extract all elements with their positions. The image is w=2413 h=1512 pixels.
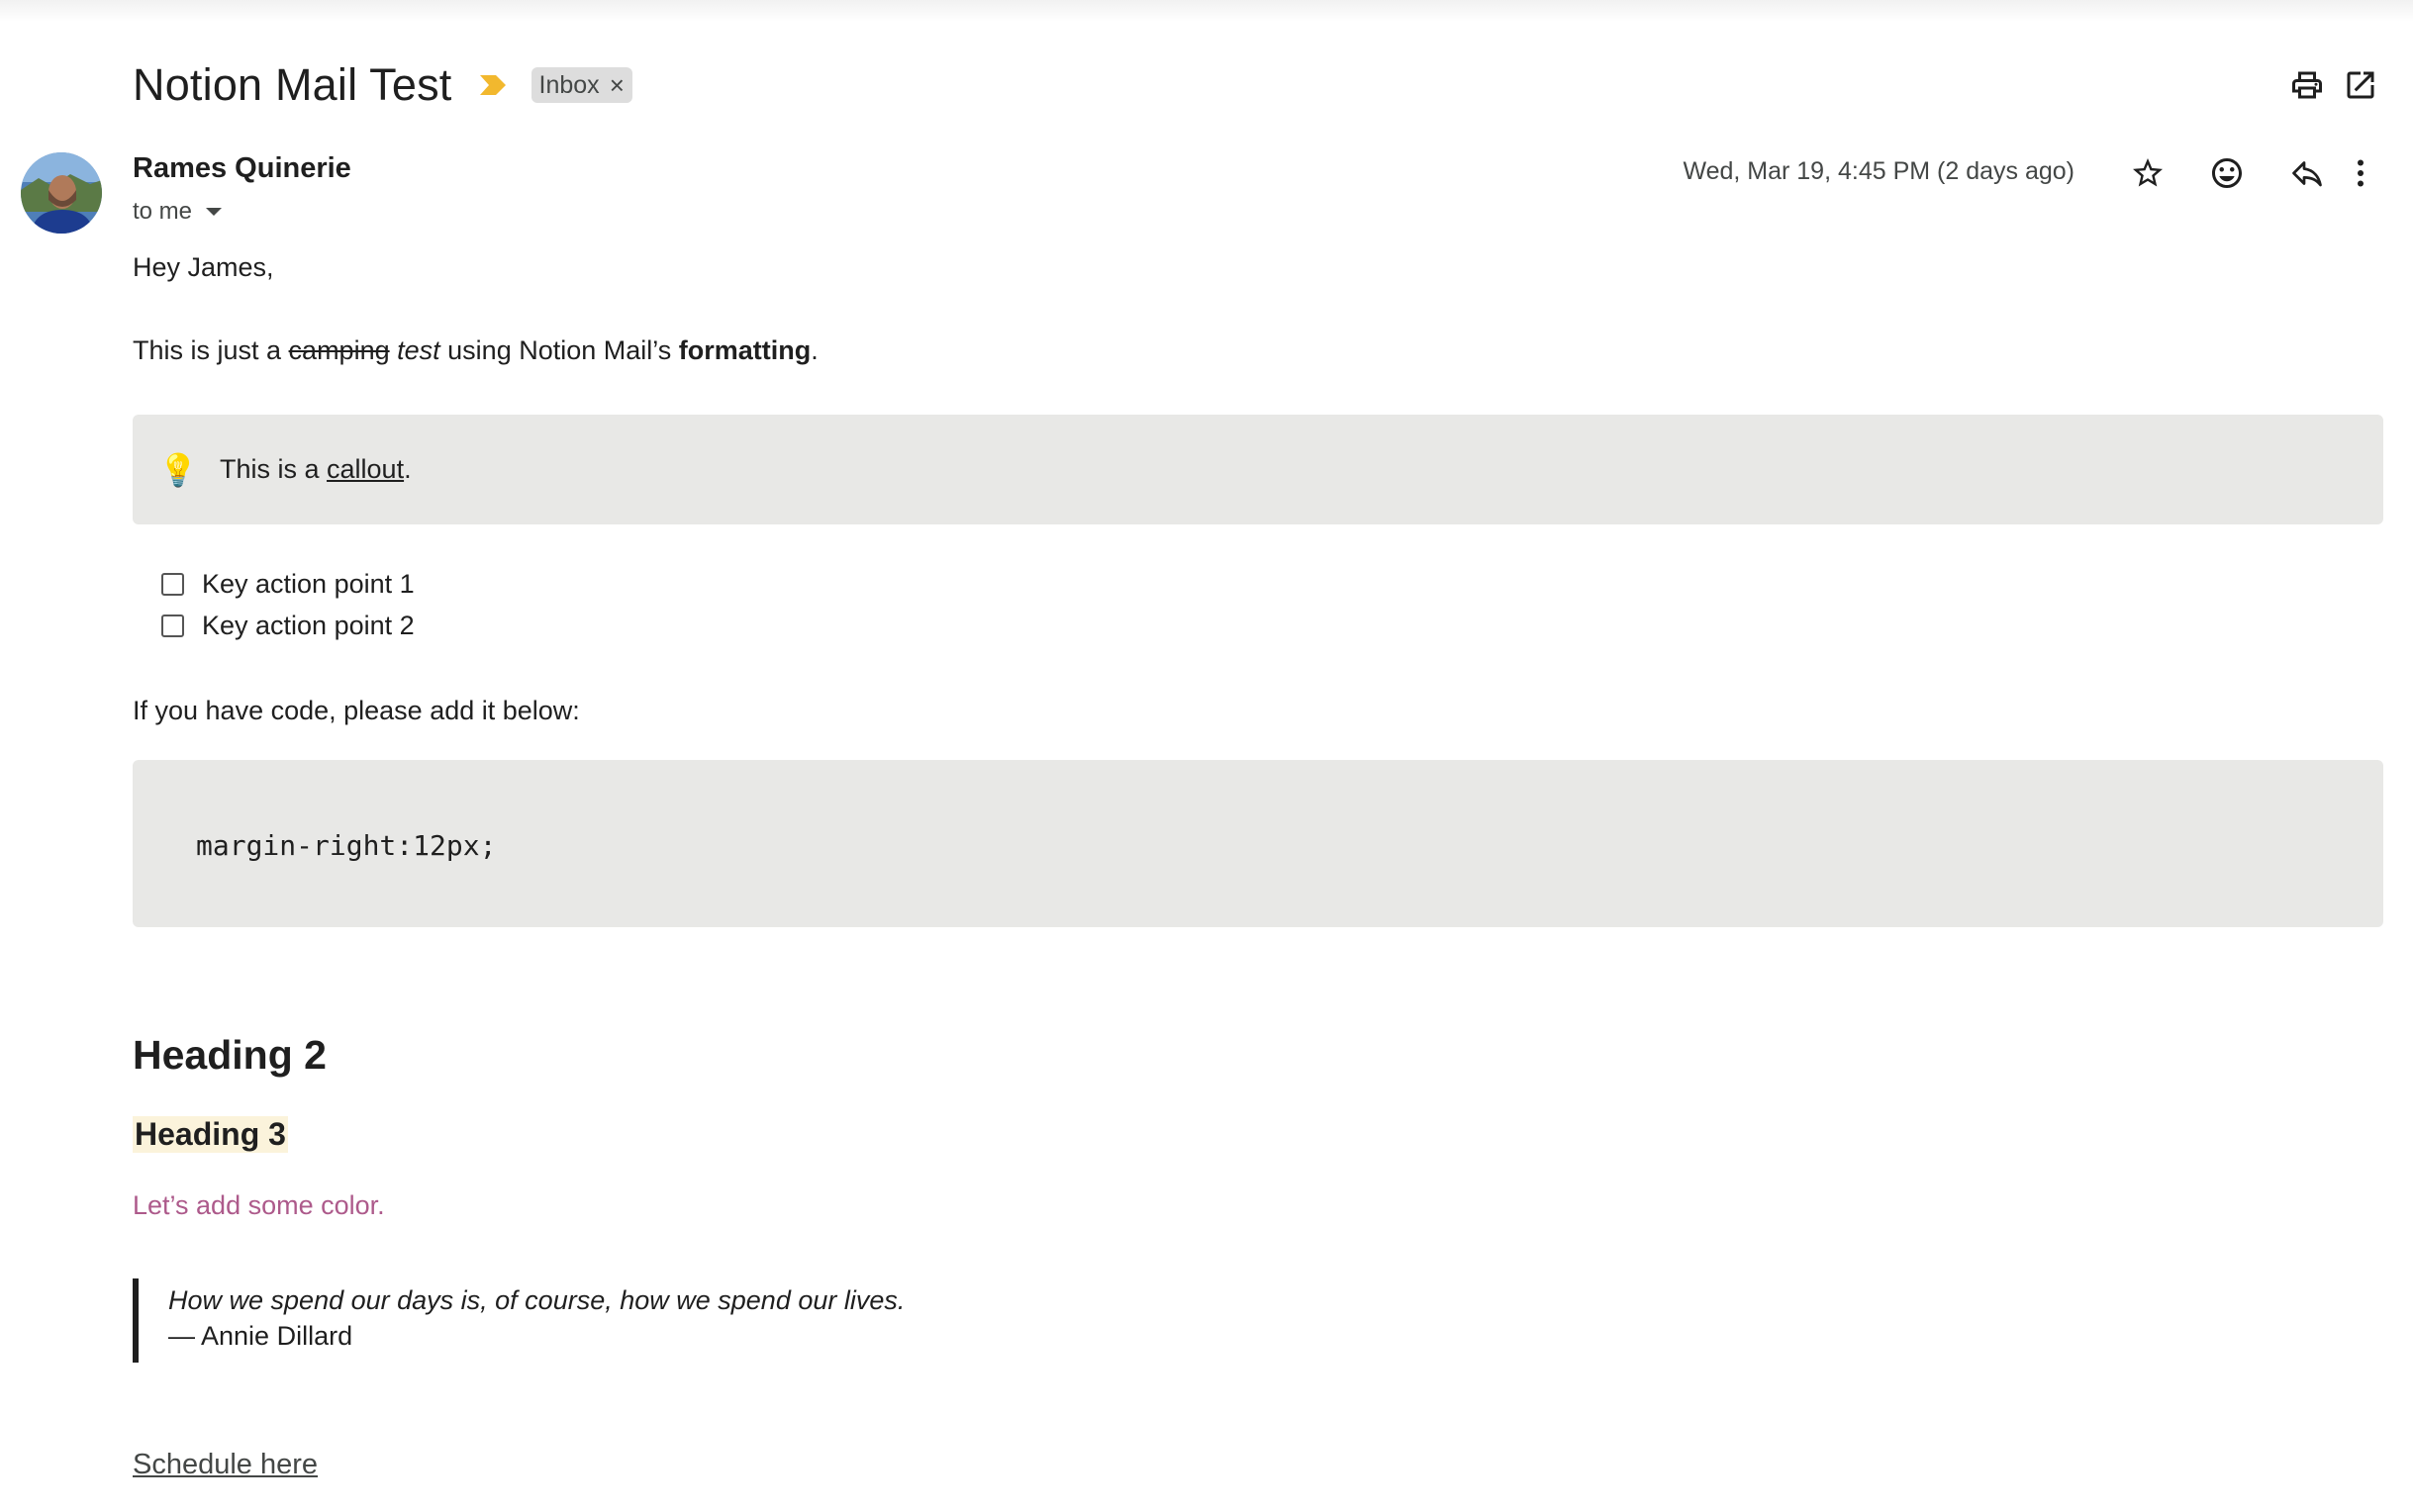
callout-block: 💡 This is a callout. xyxy=(133,415,2383,524)
recipient-label: to me xyxy=(133,198,193,225)
todo-item: Key action point 1 xyxy=(161,569,415,600)
print-icon xyxy=(2292,71,2322,99)
intro-suffix: . xyxy=(811,335,819,365)
remove-label-button[interactable]: × xyxy=(610,70,625,101)
todo-checkbox[interactable] xyxy=(161,573,184,596)
label-chip-inbox: Inbox × xyxy=(531,67,632,103)
reply-icon xyxy=(2292,161,2322,187)
subject-row: Notion Mail Test Inbox × xyxy=(133,55,632,115)
schedule-link[interactable]: Schedule here xyxy=(133,1449,318,1481)
avatar xyxy=(21,152,102,234)
todo-label: Key action point 1 xyxy=(202,569,415,599)
email-subject: Notion Mail Test xyxy=(133,59,452,110)
callout-link[interactable]: callout xyxy=(327,454,404,484)
intro-prefix: This is just a xyxy=(133,335,289,365)
colored-text: Let’s add some color. xyxy=(133,1190,385,1220)
strikethrough-text: camping xyxy=(288,335,390,365)
quote-author: — Annie Dillard xyxy=(168,1321,353,1351)
todo-checkbox[interactable] xyxy=(161,614,184,637)
callout-text: This is a callout. xyxy=(220,454,412,485)
code-prompt: If you have code, please add it below: xyxy=(133,696,580,725)
italic-text: test xyxy=(397,335,440,365)
emoji-icon xyxy=(2212,158,2242,188)
heading-2: Heading 2 xyxy=(133,1032,327,1078)
bold-text: formatting xyxy=(678,335,812,365)
todo-item: Key action point 2 xyxy=(161,611,415,641)
code-block: margin-right:12px; xyxy=(133,760,2383,927)
intro-space xyxy=(390,335,398,365)
open-in-new-window-icon xyxy=(2347,71,2374,99)
email-date: Wed, Mar 19, 4:45 PM (2 days ago) xyxy=(1683,157,2075,185)
star-button[interactable] xyxy=(2120,145,2175,201)
quote-text: How we spend our days is, of course, how… xyxy=(168,1285,906,1315)
callout-prefix: This is a xyxy=(220,454,328,484)
todo-label: Key action point 2 xyxy=(202,611,415,640)
more-options-button[interactable] xyxy=(2333,145,2388,201)
intro-paragraph: This is just a camping test using Notion… xyxy=(133,335,819,366)
star-icon xyxy=(2133,158,2163,187)
importance-marker-icon[interactable] xyxy=(478,73,508,97)
more-vert-icon xyxy=(2358,159,2364,187)
intro-middle: using Notion Mail’s xyxy=(439,335,679,365)
open-in-new-window-button[interactable] xyxy=(2333,57,2388,113)
sender-name[interactable]: Rames Quinerie xyxy=(133,152,351,185)
code-text: margin-right:12px; xyxy=(196,829,497,862)
top-bar xyxy=(0,0,2413,22)
reply-button[interactable] xyxy=(2279,145,2335,201)
heading-3: Heading 3 xyxy=(133,1116,288,1153)
lightbulb-icon: 💡 xyxy=(158,451,198,488)
chevron-down-icon xyxy=(206,208,223,216)
blockquote: How we spend our days is, of course, how… xyxy=(133,1278,905,1363)
greeting: Hey James, xyxy=(133,252,274,282)
label-chip-text: Inbox xyxy=(538,70,600,99)
add-reaction-button[interactable] xyxy=(2199,145,2255,201)
recipient-details-toggle[interactable]: to me xyxy=(133,198,223,226)
print-button[interactable] xyxy=(2279,57,2335,113)
callout-suffix: . xyxy=(404,454,412,484)
